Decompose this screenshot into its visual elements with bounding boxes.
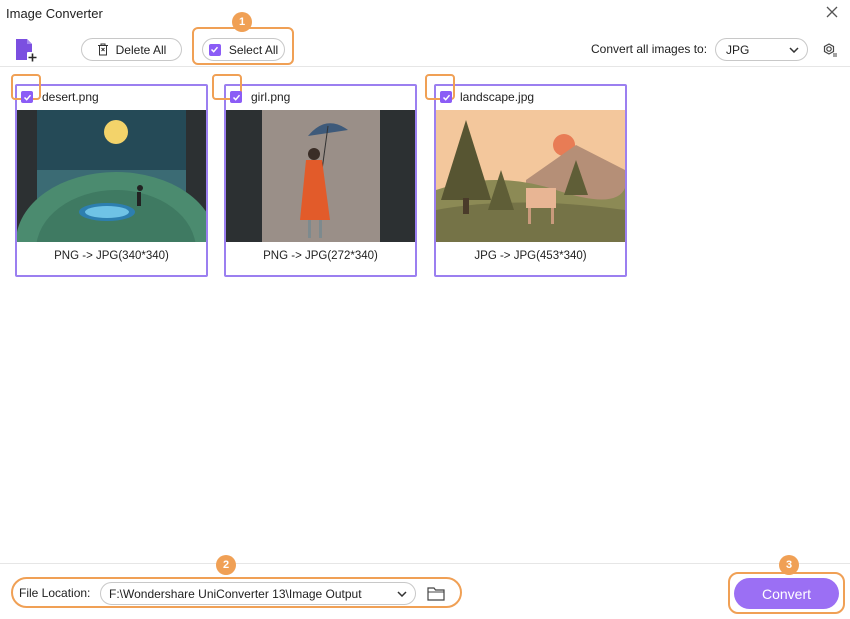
check-icon	[211, 46, 219, 53]
image-card-girl[interactable]: PNG -> JPG(272*340)	[224, 84, 417, 277]
select-all-button[interactable]: Select All	[202, 38, 285, 61]
checkbox-desert[interactable]	[21, 91, 33, 103]
select-all-checkbox[interactable]	[208, 43, 221, 56]
chevron-down-icon	[397, 590, 407, 597]
convert-button[interactable]: Convert	[734, 578, 839, 609]
thumbnail-desert	[17, 110, 206, 242]
filename-desert: desert.png	[42, 90, 99, 104]
delete-all-label: Delete All	[115, 42, 167, 57]
window-title: Image Converter	[6, 6, 103, 21]
checkbox-girl[interactable]	[230, 91, 242, 103]
checkbox-landscape[interactable]	[440, 91, 452, 103]
image-card-landscape[interactable]: JPG -> JPG(453*340)	[434, 84, 627, 277]
delete-all-button[interactable]: Delete All	[81, 38, 182, 61]
check-icon	[232, 94, 240, 101]
format-select-value: JPG	[726, 42, 750, 57]
image-caption: JPG -> JPG(453*340)	[474, 250, 587, 262]
thumbnail-girl	[226, 110, 415, 242]
image-card-desert[interactable]: PNG -> JPG(340*340)	[15, 84, 208, 277]
step-badge-2: 2	[216, 555, 236, 575]
footer-divider	[0, 563, 850, 564]
check-icon	[442, 94, 450, 101]
convert-all-label: Convert all images to:	[591, 42, 708, 56]
image-caption: PNG -> JPG(340*340)	[54, 250, 169, 262]
check-icon	[23, 94, 31, 101]
file-location-label: File Location:	[19, 586, 91, 600]
folder-icon[interactable]	[427, 586, 445, 601]
add-file-icon[interactable]	[13, 37, 39, 63]
close-icon[interactable]	[824, 4, 840, 20]
trash-icon	[97, 43, 108, 56]
image-caption: PNG -> JPG(272*340)	[263, 250, 378, 262]
file-location-select[interactable]: F:\Wondershare UniConverter 13\Image Out…	[100, 582, 416, 605]
step-badge-1: 1	[232, 12, 252, 32]
filename-girl: girl.png	[251, 90, 291, 104]
chevron-down-icon	[789, 46, 799, 53]
file-location-value: F:\Wondershare UniConverter 13\Image Out…	[109, 586, 362, 601]
format-select[interactable]: JPG	[715, 38, 808, 61]
filename-landscape: landscape.jpg	[460, 90, 535, 104]
toolbar-divider	[0, 66, 850, 67]
select-all-label: Select All	[228, 42, 279, 57]
thumbnail-landscape	[436, 110, 625, 242]
settings-icon[interactable]	[819, 39, 839, 59]
